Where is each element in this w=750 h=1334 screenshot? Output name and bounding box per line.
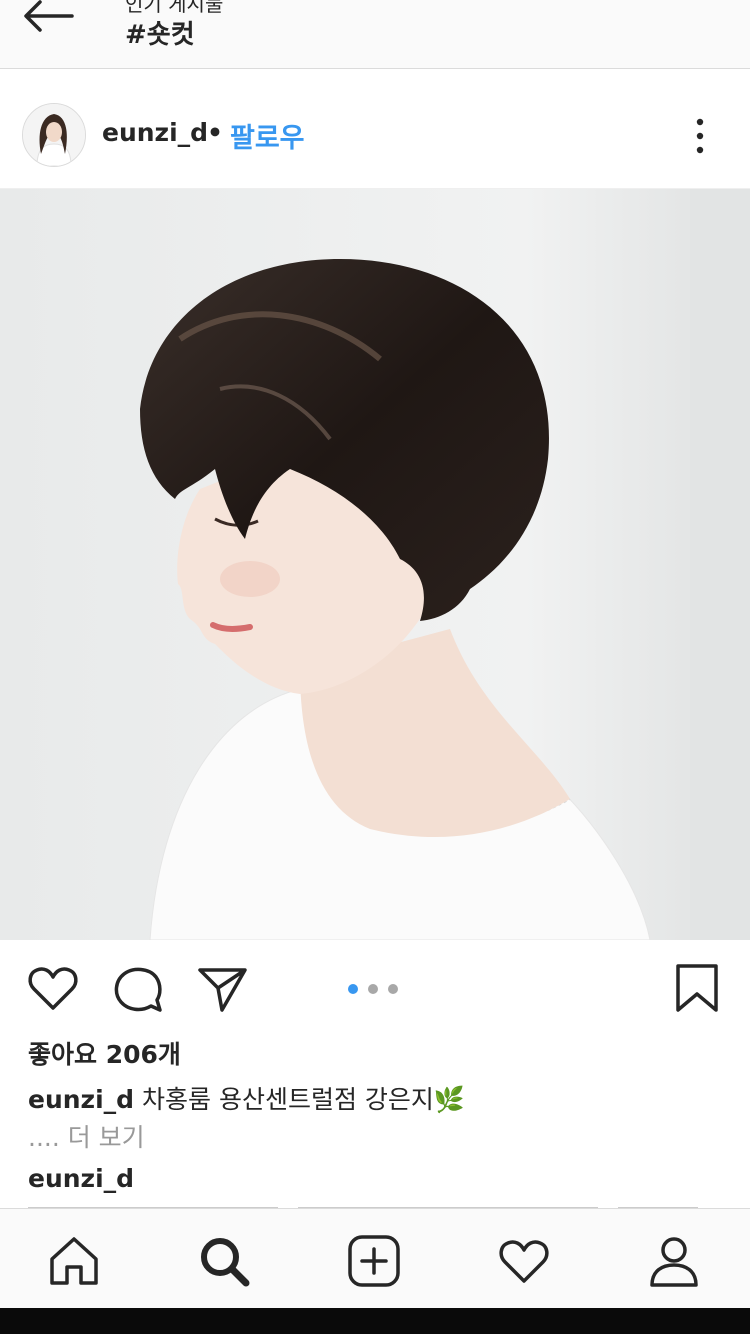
like-button[interactable] xyxy=(26,962,80,1016)
post-header: eunzi_d • 팔로우 xyxy=(0,82,750,189)
post-image xyxy=(0,189,750,940)
caption-text: 차홍룸 용산센트럴점 강은지🌿 xyxy=(134,1085,466,1114)
avatar-image xyxy=(23,104,85,166)
tab-add-post[interactable] xyxy=(346,1233,402,1289)
paper-plane-icon xyxy=(198,968,247,1012)
caption-username[interactable]: eunzi_d xyxy=(28,1085,134,1114)
carousel-dot xyxy=(348,983,358,994)
post-caption: eunzi_d 차홍룸 용산센트럴점 강은지🌿 xyxy=(28,1080,465,1116)
tab-profile[interactable] xyxy=(646,1233,702,1289)
vertical-ellipsis-icon xyxy=(696,118,704,154)
more-options-button[interactable] xyxy=(690,118,710,154)
comment-button[interactable] xyxy=(111,962,165,1016)
system-home-bar xyxy=(0,1308,750,1334)
avatar[interactable] xyxy=(22,103,86,167)
more-caption-link[interactable]: .... 더 보기 xyxy=(28,1118,145,1154)
search-icon xyxy=(201,1238,250,1287)
hashtag-title: #숏컷 xyxy=(125,20,195,50)
activity-heart-icon xyxy=(499,1240,549,1283)
carousel-dot xyxy=(388,983,398,994)
profile-icon xyxy=(650,1237,698,1287)
post-username[interactable]: eunzi_d xyxy=(102,118,208,147)
back-button[interactable] xyxy=(22,0,78,36)
like-count[interactable]: 좋아요 206개 xyxy=(28,1035,181,1071)
post-photo[interactable] xyxy=(0,189,750,940)
tab-activity[interactable] xyxy=(496,1233,552,1289)
tab-search[interactable] xyxy=(196,1233,252,1289)
bottom-tab-bar xyxy=(0,1208,750,1309)
add-post-icon xyxy=(348,1235,400,1287)
save-button[interactable] xyxy=(670,962,724,1016)
arrow-left-icon xyxy=(24,0,74,32)
comment-bubble-icon xyxy=(114,967,162,1012)
top-navigation-bar: 인기 게시물 #숏컷 xyxy=(0,0,750,69)
home-icon xyxy=(50,1237,98,1285)
carousel-indicator xyxy=(348,978,408,994)
truncated-comment-line xyxy=(28,1200,728,1208)
post-actions xyxy=(0,940,750,1032)
heart-icon xyxy=(28,967,78,1010)
separator-dot: • xyxy=(207,118,223,147)
bookmark-icon xyxy=(676,964,718,1012)
share-button[interactable] xyxy=(196,962,250,1016)
follow-button[interactable]: 팔로우 xyxy=(230,116,305,155)
carousel-dot xyxy=(368,983,378,994)
comment-username[interactable]: eunzi_d xyxy=(28,1164,134,1193)
tab-home[interactable] xyxy=(46,1233,102,1289)
